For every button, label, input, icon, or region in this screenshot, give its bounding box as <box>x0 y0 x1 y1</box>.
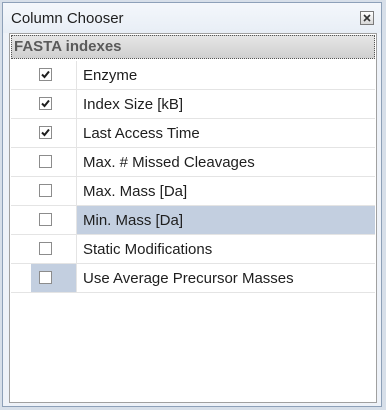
row-indent <box>11 148 31 176</box>
column-row[interactable]: Max. # Missed Cleavages <box>11 148 375 177</box>
window-title: Column Chooser <box>11 10 124 27</box>
group-header[interactable]: FASTA indexes <box>11 35 375 59</box>
column-checkbox[interactable] <box>39 126 52 139</box>
checkmark-icon <box>41 70 50 79</box>
close-icon <box>363 14 371 22</box>
row-indent <box>11 61 31 89</box>
checkbox-cell <box>31 235 77 263</box>
column-row[interactable]: Max. Mass [Da] <box>11 177 375 206</box>
checkbox-cell <box>31 61 77 89</box>
column-row[interactable]: Static Modifications <box>11 235 375 264</box>
column-list: FASTA indexes Enzyme Index Size [kB] Last … <box>9 33 377 403</box>
column-chooser-window: Column Chooser FASTA indexes Enzyme Index… <box>2 2 382 407</box>
column-label: Use Average Precursor Masses <box>83 270 294 287</box>
column-label: Enzyme <box>83 67 138 84</box>
checkmark-icon <box>41 99 50 108</box>
row-indent <box>11 235 31 263</box>
checkbox-cell <box>31 177 77 205</box>
column-label: Last Access Time <box>83 125 200 142</box>
column-label: Max. Mass [Da] <box>83 183 188 200</box>
column-row[interactable]: Use Average Precursor Masses <box>11 264 375 293</box>
column-checkbox[interactable] <box>39 68 52 81</box>
column-checkbox[interactable] <box>39 213 52 226</box>
column-label: Min. Mass [Da] <box>83 212 184 229</box>
checkbox-cell <box>31 119 77 147</box>
column-label: Static Modifications <box>83 241 213 258</box>
checkmark-icon <box>41 128 50 137</box>
column-checkbox[interactable] <box>39 97 52 110</box>
column-row[interactable]: Last Access Time <box>11 119 375 148</box>
column-row[interactable]: Enzyme <box>11 61 375 90</box>
column-row[interactable]: Index Size [kB] <box>11 90 375 119</box>
column-row[interactable]: Min. Mass [Da] <box>11 206 375 235</box>
column-label: Max. # Missed Cleavages <box>83 154 255 171</box>
row-indent <box>11 90 31 118</box>
checkbox-cell <box>31 90 77 118</box>
column-checkbox[interactable] <box>39 242 52 255</box>
column-checkbox[interactable] <box>39 184 52 197</box>
checkbox-cell <box>31 148 77 176</box>
column-checkbox[interactable] <box>39 155 52 168</box>
row-indent <box>11 264 31 292</box>
column-checkbox[interactable] <box>39 271 52 284</box>
row-indent <box>11 119 31 147</box>
row-indent <box>11 177 31 205</box>
close-button[interactable] <box>360 11 374 25</box>
row-indent <box>11 206 31 234</box>
checkbox-cell <box>31 264 77 292</box>
checkbox-cell <box>31 206 77 234</box>
column-label: Index Size [kB] <box>83 96 184 113</box>
title-bar[interactable]: Column Chooser <box>3 3 381 33</box>
